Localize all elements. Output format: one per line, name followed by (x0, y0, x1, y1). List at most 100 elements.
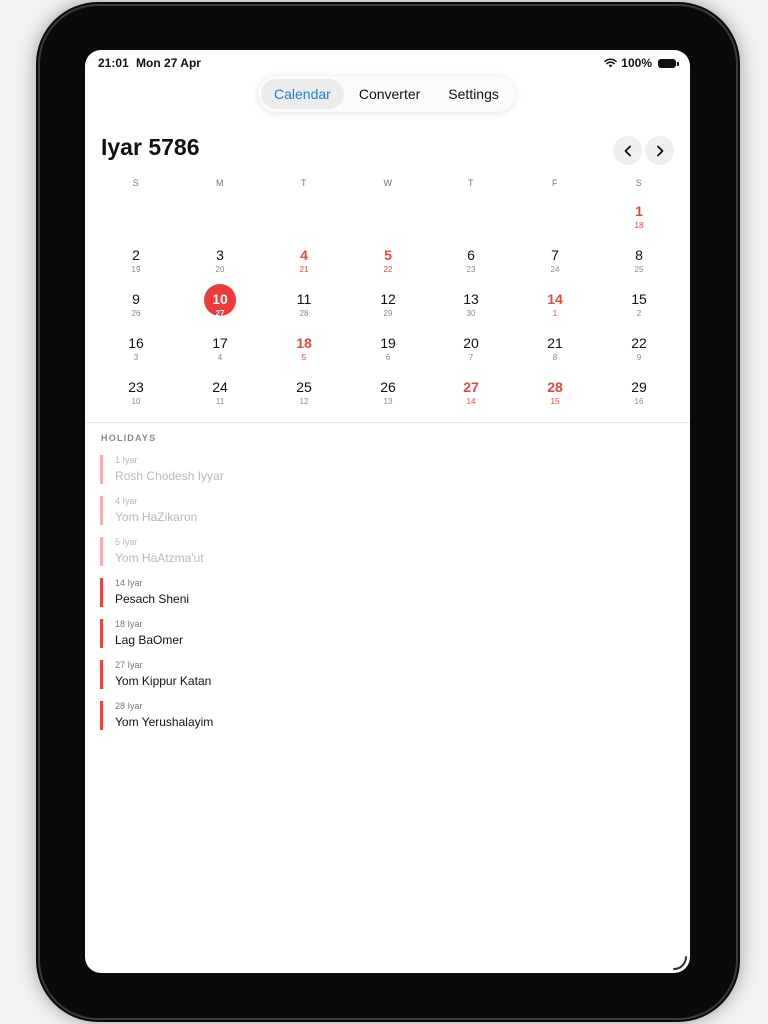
day-cell[interactable]: 18 5 (284, 335, 324, 375)
hebrew-day-number: 20 (215, 265, 225, 274)
day-cell[interactable]: 24 11 (200, 379, 240, 419)
day-cell[interactable]: 2 19 (116, 247, 156, 287)
holiday-list-item[interactable]: 28 Iyar Yom Yerushalayim (100, 701, 400, 730)
gregorian-day-number: 13 (463, 291, 479, 307)
holiday-list-item[interactable]: 1 Iyar Rosh Chodesh Iyyar (100, 455, 400, 484)
status-date: Mon 27 Apr (136, 56, 201, 70)
holiday-date: 4 Iyar (115, 496, 138, 506)
status-bar-right: 100% (604, 56, 679, 70)
hebrew-day-number: 22 (383, 265, 393, 274)
day-cell[interactable]: 4 21 (284, 247, 324, 287)
gregorian-day-number: 1 (635, 203, 643, 219)
status-time: 21:01 (98, 56, 129, 70)
gregorian-day-number: 4 (300, 247, 308, 263)
gregorian-day-number: 27 (463, 379, 479, 395)
day-cell[interactable]: 5 22 (368, 247, 408, 287)
hebrew-day-number: 25 (634, 265, 644, 274)
day-cell[interactable]: 1 18 (619, 203, 659, 243)
gregorian-day-number: 2 (132, 247, 140, 263)
hebrew-day-number: 2 (636, 309, 642, 318)
gregorian-day-number: 7 (551, 247, 559, 263)
day-cell[interactable]: 14 1 (535, 291, 575, 331)
next-month-button[interactable] (645, 136, 674, 165)
hebrew-day-number: 28 (299, 309, 309, 318)
day-cell[interactable]: 21 8 (535, 335, 575, 375)
tab-settings[interactable]: Settings (435, 79, 512, 109)
day-cell[interactable]: 11 28 (284, 291, 324, 331)
gregorian-day-number: 26 (380, 379, 396, 395)
weekday-label: T (468, 178, 474, 188)
hebrew-day-number: 16 (634, 397, 644, 406)
hebrew-day-number: 27 (215, 309, 225, 318)
section-divider (85, 422, 690, 423)
day-cell[interactable]: 19 6 (368, 335, 408, 375)
hebrew-day-number: 6 (385, 353, 391, 362)
hebrew-day-number: 19 (131, 265, 141, 274)
holiday-date: 14 Iyar (115, 578, 143, 588)
holiday-list-item[interactable]: 18 Iyar Lag BaOmer (100, 619, 400, 648)
hebrew-day-number: 30 (466, 309, 476, 318)
weekday-label: F (552, 178, 558, 188)
day-cell[interactable]: 12 29 (368, 291, 408, 331)
wifi-icon (604, 58, 618, 68)
resize-handle-icon[interactable] (670, 953, 688, 971)
holiday-name: Yom HaAtzma'ut (115, 551, 204, 565)
gregorian-day-number: 6 (467, 247, 475, 263)
tab-calendar[interactable]: Calendar (261, 79, 344, 109)
gregorian-day-number: 23 (128, 379, 144, 395)
hebrew-day-number: 12 (299, 397, 309, 406)
day-cell[interactable]: 23 10 (116, 379, 156, 419)
hebrew-day-number: 3 (133, 353, 139, 362)
holiday-date: 1 Iyar (115, 455, 138, 465)
day-cell[interactable]: 27 14 (451, 379, 491, 419)
chevron-left-icon (624, 145, 631, 156)
gregorian-day-number: 10 (212, 291, 228, 307)
app-screen: 21:01 Mon 27 Apr 100% Calendar Converter… (85, 50, 690, 973)
day-cell[interactable]: 22 9 (619, 335, 659, 375)
day-cell[interactable]: 3 20 (200, 247, 240, 287)
battery-percent: 100% (621, 56, 652, 70)
weekday-label: T (301, 178, 307, 188)
day-cell[interactable]: 16 3 (116, 335, 156, 375)
day-cell[interactable]: 20 7 (451, 335, 491, 375)
hebrew-day-number: 13 (383, 397, 393, 406)
day-cell[interactable]: 9 26 (116, 291, 156, 331)
tab-converter[interactable]: Converter (346, 79, 433, 109)
holiday-name: Pesach Sheni (115, 592, 190, 606)
day-cell[interactable]: 25 12 (284, 379, 324, 419)
weekday-label: W (383, 178, 393, 188)
hebrew-day-number: 14 (466, 397, 476, 406)
hebrew-day-number: 11 (215, 397, 225, 406)
gregorian-day-number: 11 (296, 291, 312, 307)
gregorian-day-number: 3 (216, 247, 224, 263)
hebrew-day-number: 21 (299, 265, 309, 274)
holiday-date: 27 Iyar (115, 660, 143, 670)
holiday-date: 28 Iyar (115, 701, 143, 711)
holiday-list-item[interactable]: 14 Iyar Pesach Sheni (100, 578, 400, 607)
holiday-date: 18 Iyar (115, 619, 143, 629)
day-cell[interactable]: 13 30 (451, 291, 491, 331)
day-cell[interactable]: 17 4 (200, 335, 240, 375)
holiday-list-item[interactable]: 4 Iyar Yom HaZikaron (100, 496, 400, 525)
day-cell[interactable]: 7 24 (535, 247, 575, 287)
gregorian-day-number: 15 (631, 291, 647, 307)
day-cell[interactable]: 26 13 (368, 379, 408, 419)
day-cell[interactable]: 29 16 (619, 379, 659, 419)
hebrew-day-number: 8 (552, 353, 558, 362)
previous-month-button[interactable] (613, 136, 642, 165)
status-bar-left: 21:01 Mon 27 Apr (98, 56, 201, 70)
holiday-list-item[interactable]: 27 Iyar Yom Kippur Katan (100, 660, 400, 689)
hebrew-day-number: 24 (550, 265, 560, 274)
chevron-right-icon (656, 145, 663, 156)
holiday-list-item[interactable]: 5 Iyar Yom HaAtzma'ut (100, 537, 400, 566)
day-cell-today[interactable]: 10 27 (200, 284, 240, 331)
day-cell[interactable]: 28 15 (535, 379, 575, 419)
day-cell[interactable]: 6 23 (451, 247, 491, 287)
weekday-label: M (216, 178, 224, 188)
gregorian-day-number: 9 (132, 291, 140, 307)
gregorian-day-number: 12 (380, 291, 396, 307)
hebrew-day-number: 10 (131, 397, 141, 406)
day-cell[interactable]: 15 2 (619, 291, 659, 331)
hebrew-day-number: 29 (383, 309, 393, 318)
day-cell[interactable]: 8 25 (619, 247, 659, 287)
